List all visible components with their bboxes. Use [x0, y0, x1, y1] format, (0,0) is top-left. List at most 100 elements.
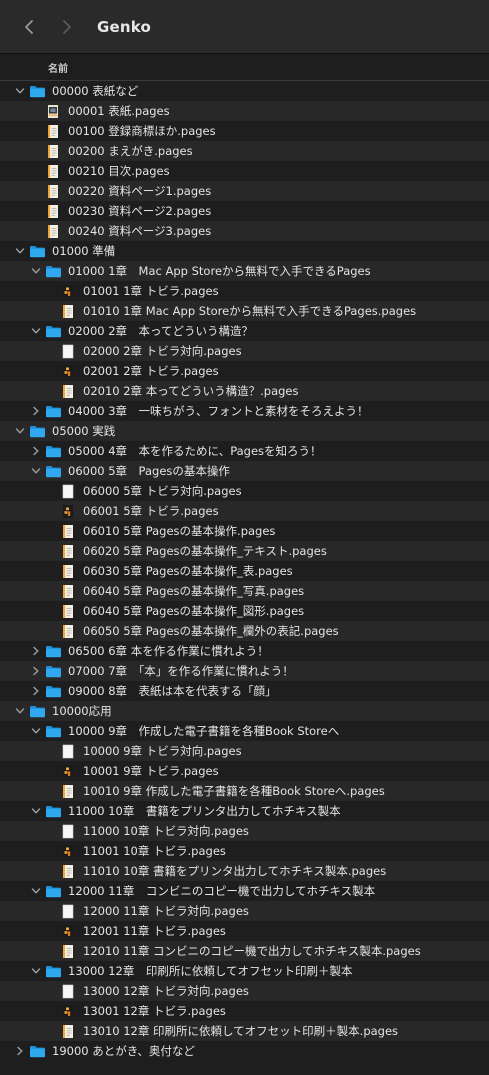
- file-row[interactable]: 02000 2章 トビラ対向.pages: [0, 341, 489, 361]
- file-row[interactable]: 11010 10章 書籍をプリンタ出力してホチキス製本.pages: [0, 861, 489, 881]
- finder-window: Genko 名前 00000 表紙など 00001 表紙.pages 00100 登…: [0, 0, 489, 1075]
- chevron-down-icon[interactable]: [29, 727, 43, 735]
- file-row[interactable]: 02001 2章 トビラ.pages: [0, 361, 489, 381]
- chevron-right-icon[interactable]: [29, 646, 43, 656]
- file-row[interactable]: 00210 目次.pages: [0, 161, 489, 181]
- folder-row[interactable]: 04000 3章 一味ちがう、フォントと素材をそろえよう！: [0, 401, 489, 421]
- chevron-down-icon[interactable]: [29, 467, 43, 475]
- chevron-down-icon[interactable]: [29, 887, 43, 895]
- file-row[interactable]: 06010 5章 Pagesの基本操作.pages: [0, 521, 489, 541]
- column-header-name[interactable]: 名前: [0, 54, 489, 81]
- item-label: 12000 11章 コンビニのコピー機で出力してホチキス製本: [68, 884, 376, 898]
- file-row[interactable]: 13001 12章 トビラ.pages: [0, 1001, 489, 1021]
- item-label: 02010 2章 本ってどういう構造？.pages: [83, 384, 299, 398]
- folder-row[interactable]: 02000 2章 本ってどういう構造？: [0, 321, 489, 341]
- item-label: 10000 9章 作成した電子書籍を各種Book Storeへ: [68, 724, 340, 738]
- file-row[interactable]: 12001 11章 トビラ.pages: [0, 921, 489, 941]
- file-row[interactable]: 11001 10章 トビラ.pages: [0, 841, 489, 861]
- folder-icon: [44, 884, 62, 898]
- file-row[interactable]: 01001 1章 トビラ.pages: [0, 281, 489, 301]
- folder-row[interactable]: 05000 実践: [0, 421, 489, 441]
- item-label: 09000 8章 表紙は本を代表する「顔」: [68, 684, 277, 698]
- pages-document-icon: [59, 744, 77, 758]
- folder-row[interactable]: 01000 1章 Mac App Storeから無料で入手できるPages: [0, 261, 489, 281]
- file-row[interactable]: 06040 5章 Pagesの基本操作_図形.pages: [0, 601, 489, 621]
- file-row[interactable]: 13010 12章 印刷所に依頼してオフセット印刷＋製本.pages: [0, 1021, 489, 1041]
- file-row[interactable]: 00220 資料ページ1.pages: [0, 181, 489, 201]
- file-row[interactable]: 00100 登録商標ほか.pages: [0, 121, 489, 141]
- folder-icon: [44, 804, 62, 818]
- file-row[interactable]: 06000 5章 トビラ対向.pages: [0, 481, 489, 501]
- file-row[interactable]: 06050 5章 Pagesの基本操作_欄外の表記.pages: [0, 621, 489, 641]
- item-label: 02000 2章 トビラ対向.pages: [83, 344, 242, 358]
- pages-document-icon: [59, 864, 77, 878]
- chevron-right-icon[interactable]: [29, 406, 43, 416]
- chevron-right-icon[interactable]: [29, 686, 43, 696]
- item-label: 06500 6章 本を作る作業に慣れよう！: [68, 644, 269, 658]
- back-button[interactable]: [17, 15, 41, 39]
- chevron-down-icon[interactable]: [29, 327, 43, 335]
- file-row[interactable]: 00240 資料ページ3.pages: [0, 221, 489, 241]
- chevron-right-icon[interactable]: [13, 1046, 27, 1056]
- chevron-down-icon[interactable]: [29, 967, 43, 975]
- pages-document-icon: [59, 544, 77, 558]
- item-label: 13010 12章 印刷所に依頼してオフセット印刷＋製本.pages: [83, 1024, 399, 1038]
- file-row[interactable]: 13000 12章 トビラ対向.pages: [0, 981, 489, 1001]
- item-label: 06040 5章 Pagesの基本操作_図形.pages: [83, 604, 305, 618]
- folder-row[interactable]: 05000 4章 本を作るために、Pagesを知ろう！: [0, 441, 489, 461]
- file-row[interactable]: 06020 5章 Pagesの基本操作_テキスト.pages: [0, 541, 489, 561]
- file-row[interactable]: 11000 10章 トビラ対向.pages: [0, 821, 489, 841]
- folder-row[interactable]: 11000 10章 書籍をプリンタ出力してホチキス製本: [0, 801, 489, 821]
- chevron-down-icon[interactable]: [29, 267, 43, 275]
- pages-document-icon: [59, 784, 77, 798]
- file-row[interactable]: 01010 1章 Mac App Storeから無料で入手できるPages.pa…: [0, 301, 489, 321]
- file-row[interactable]: 10010 9章 作成した電子書籍を各種Book Storeへ.pages: [0, 781, 489, 801]
- folder-row[interactable]: 06500 6章 本を作る作業に慣れよう！: [0, 641, 489, 661]
- file-row[interactable]: 10000 9章 トビラ対向.pages: [0, 741, 489, 761]
- file-row[interactable]: 06001 5章 トビラ.pages: [0, 501, 489, 521]
- folder-row[interactable]: 10000 9章 作成した電子書籍を各種Book Storeへ: [0, 721, 489, 741]
- file-row[interactable]: 06040 5章 Pagesの基本操作_写真.pages: [0, 581, 489, 601]
- folder-row[interactable]: 00000 表紙など: [0, 81, 489, 101]
- chevron-right-icon[interactable]: [29, 446, 43, 456]
- folder-row[interactable]: 09000 8章 表紙は本を代表する「顔」: [0, 681, 489, 701]
- item-label: 13001 12章 トビラ.pages: [83, 1004, 226, 1018]
- file-row[interactable]: 12000 11章 トビラ対向.pages: [0, 901, 489, 921]
- chevron-down-icon[interactable]: [29, 807, 43, 815]
- item-label: 12010 11章 コンビニのコピー機で出力してホチキス製本.pages: [83, 944, 421, 958]
- file-row[interactable]: 00230 資料ページ2.pages: [0, 201, 489, 221]
- pages-document-icon: [59, 484, 77, 498]
- file-row[interactable]: 00001 表紙.pages: [0, 101, 489, 121]
- file-row[interactable]: 06030 5章 Pagesの基本操作_表.pages: [0, 561, 489, 581]
- window-title: Genko: [97, 17, 152, 36]
- folder-row[interactable]: 06000 5章 Pagesの基本操作: [0, 461, 489, 481]
- folder-row[interactable]: 13000 12章 印刷所に依頼してオフセット印刷＋製本: [0, 961, 489, 981]
- chevron-right-icon[interactable]: [29, 666, 43, 676]
- chevron-down-icon[interactable]: [13, 87, 27, 95]
- item-label: 04000 3章 一味ちがう、フォントと素材をそろえよう！: [68, 404, 369, 418]
- folder-icon: [28, 704, 46, 718]
- folder-row[interactable]: 12000 11章 コンビニのコピー機で出力してホチキス製本: [0, 881, 489, 901]
- folder-row[interactable]: 01000 準備: [0, 241, 489, 261]
- file-row[interactable]: 10001 9章 トビラ.pages: [0, 761, 489, 781]
- folder-icon: [28, 244, 46, 258]
- folder-row[interactable]: 19000 あとがき、奥付など: [0, 1041, 489, 1061]
- item-label: 00210 目次.pages: [68, 164, 170, 178]
- pages-document-icon: [44, 104, 62, 118]
- folder-row[interactable]: 07000 7章 「本」を作る作業に慣れよう！: [0, 661, 489, 681]
- folder-icon: [28, 84, 46, 98]
- item-label: 02000 2章 本ってどういう構造？: [68, 324, 253, 338]
- chevron-down-icon[interactable]: [13, 247, 27, 255]
- file-row[interactable]: 02010 2章 本ってどういう構造？.pages: [0, 381, 489, 401]
- pages-document-icon: [59, 924, 77, 938]
- forward-button[interactable]: [55, 15, 79, 39]
- item-label: 02001 2章 トビラ.pages: [83, 364, 219, 378]
- folder-icon: [44, 684, 62, 698]
- chevron-down-icon[interactable]: [13, 427, 27, 435]
- file-row[interactable]: 12010 11章 コンビニのコピー機で出力してホチキス製本.pages: [0, 941, 489, 961]
- folder-row[interactable]: 10000応用: [0, 701, 489, 721]
- file-row[interactable]: 00200 まえがき.pages: [0, 141, 489, 161]
- toolbar: Genko: [0, 0, 489, 54]
- item-label: 06001 5章 トビラ.pages: [83, 504, 219, 518]
- chevron-down-icon[interactable]: [13, 707, 27, 715]
